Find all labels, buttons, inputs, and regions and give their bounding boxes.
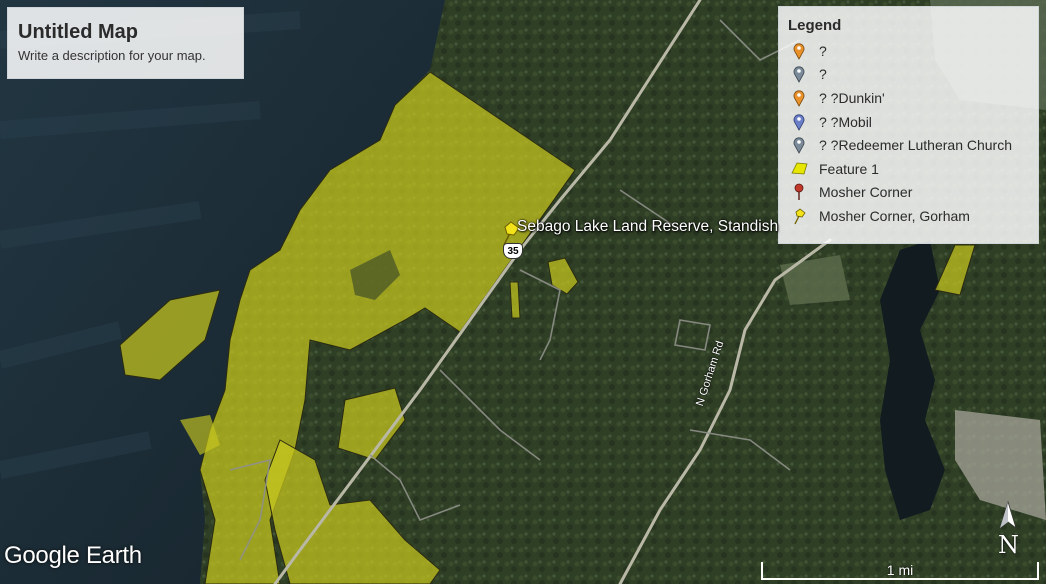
- route-shield-icon: 35: [503, 243, 523, 259]
- legend-panel: Legend ? ? ? ?Dunkin' ? ?Mobil ? ?Redeem…: [778, 6, 1039, 244]
- legend-item[interactable]: ?: [788, 63, 1030, 87]
- legend-item-label: ? ?Dunkin': [819, 89, 885, 106]
- north-label: N: [998, 531, 1019, 559]
- google-earth-logo: Google Earth: [4, 542, 142, 569]
- map-title[interactable]: Untitled Map: [18, 19, 233, 45]
- polygon-icon: [788, 159, 810, 179]
- map-view[interactable]: Untitled Map Write a description for you…: [0, 0, 1046, 584]
- legend-item[interactable]: Mosher Corner: [788, 181, 1030, 205]
- legend-item-label: Mosher Corner: [819, 184, 913, 201]
- scale-bar: 1 mi: [761, 562, 1039, 580]
- legend-item[interactable]: ? ?Dunkin': [788, 86, 1030, 110]
- orange-pin-icon: [788, 88, 810, 108]
- red-pin-icon: [788, 182, 810, 202]
- legend-item[interactable]: ? ?Mobil: [788, 110, 1030, 134]
- yellow-pushpin-icon: [788, 206, 810, 226]
- north-arrow-icon[interactable]: N: [994, 500, 1022, 560]
- orange-pin-icon: [788, 41, 810, 61]
- legend-item[interactable]: ? ?Redeemer Lutheran Church: [788, 133, 1030, 157]
- gray-pin-icon: [788, 64, 810, 84]
- map-title-panel: Untitled Map Write a description for you…: [7, 7, 244, 79]
- legend-item[interactable]: ?: [788, 39, 1030, 63]
- placemark-label[interactable]: Sebago Lake Land Reserve, Standish: [517, 218, 778, 236]
- legend-item-label: ?: [819, 42, 827, 59]
- legend-item-label: ?: [819, 66, 827, 83]
- legend-item[interactable]: Feature 1: [788, 157, 1030, 181]
- blue-pin-icon: [788, 112, 810, 132]
- scale-label: 1 mi: [886, 562, 914, 578]
- gray-pin-icon: [788, 135, 810, 155]
- legend-item[interactable]: Mosher Corner, Gorham: [788, 204, 1030, 228]
- legend-title: Legend: [788, 17, 842, 34]
- map-description[interactable]: Write a description for your map.: [18, 48, 233, 63]
- legend-item-label: ? ?Mobil: [819, 113, 872, 130]
- legend-item-label: Mosher Corner, Gorham: [819, 207, 970, 224]
- legend-item-label: Feature 1: [819, 160, 879, 177]
- legend-item-label: ? ?Redeemer Lutheran Church: [819, 137, 1013, 154]
